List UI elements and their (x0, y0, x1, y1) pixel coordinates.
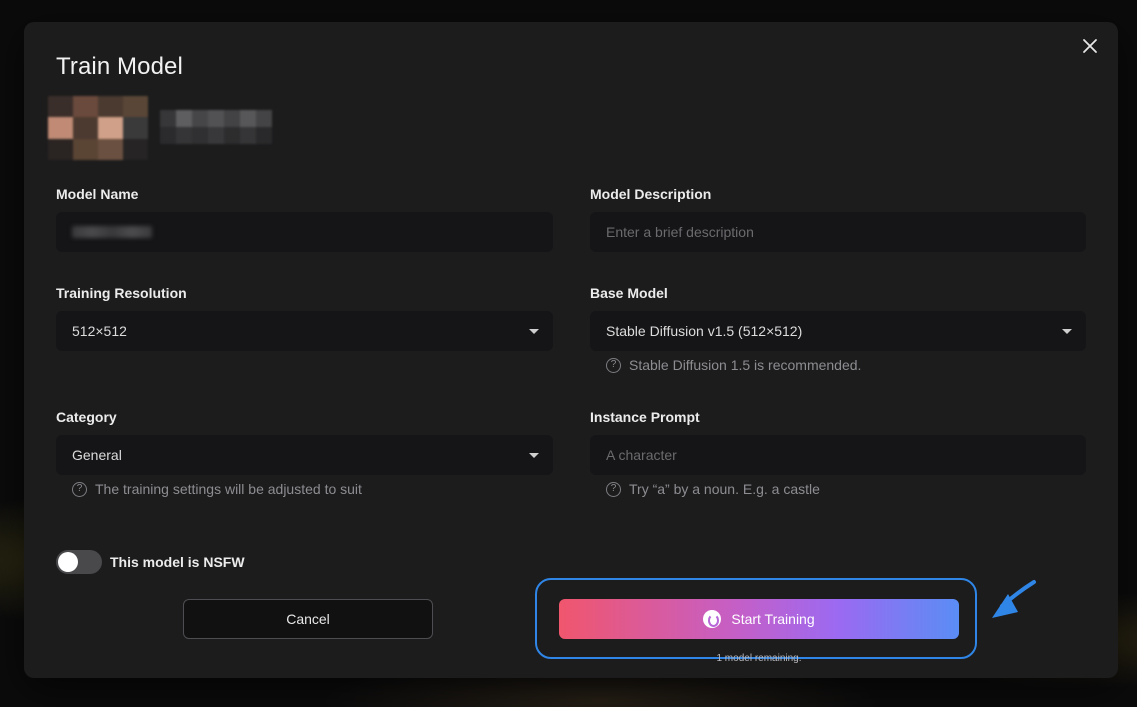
base-model-label: Base Model (590, 285, 668, 301)
training-resolution-value: 512×512 (72, 323, 127, 339)
category-value: General (72, 447, 122, 463)
model-name-input[interactable] (56, 212, 553, 252)
model-description-label: Model Description (590, 186, 712, 202)
question-circle-icon: ? (72, 481, 87, 497)
category-label: Category (56, 409, 117, 425)
category-hint: ? The training settings will be adjusted… (72, 481, 362, 497)
arrow-pointer-icon (992, 580, 1036, 618)
nsfw-toggle-label: This model is NSFW (110, 554, 245, 570)
brand-logo-icon (703, 610, 722, 628)
model-name-label: Model Name (56, 186, 139, 202)
category-hint-text: The training settings will be adjusted t… (95, 481, 362, 497)
avatar (48, 96, 148, 160)
chevron-down-icon (1062, 329, 1072, 334)
dialog-title: Train Model (56, 53, 183, 80)
instance-prompt-hint: ? Try “a” by a noun. E.g. a castle (606, 481, 820, 497)
model-description-input[interactable]: Enter a brief description (590, 212, 1086, 252)
chevron-down-icon (529, 329, 539, 334)
training-resolution-select[interactable]: 512×512 (56, 311, 553, 351)
models-remaining-text: 1 model remaining. (716, 653, 802, 664)
username-redacted (160, 110, 272, 144)
base-model-hint-text: Stable Diffusion 1.5 is recommended. (629, 357, 862, 373)
training-resolution-label: Training Resolution (56, 285, 187, 301)
instance-prompt-hint-text: Try “a” by a noun. E.g. a castle (629, 481, 820, 497)
question-circle-icon: ? (606, 481, 621, 497)
base-model-select[interactable]: Stable Diffusion v1.5 (512×512) (590, 311, 1086, 351)
toggle-knob (58, 552, 78, 572)
start-training-button[interactable]: Start Training (559, 599, 959, 639)
model-name-value-redacted (72, 226, 152, 238)
chevron-down-icon (529, 453, 539, 458)
base-model-value: Stable Diffusion v1.5 (512×512) (606, 323, 803, 339)
close-icon (1083, 39, 1097, 53)
instance-prompt-label: Instance Prompt (590, 409, 700, 425)
close-button[interactable] (1080, 36, 1100, 56)
question-circle-icon: ? (606, 357, 621, 373)
cancel-button[interactable]: Cancel (183, 599, 433, 639)
instance-prompt-input[interactable]: A character (590, 435, 1086, 475)
nsfw-toggle[interactable] (56, 550, 102, 574)
base-model-hint: ? Stable Diffusion 1.5 is recommended. (606, 357, 861, 373)
train-model-dialog: Train Model Model Name Model Description… (24, 22, 1118, 678)
category-select[interactable]: General (56, 435, 553, 475)
start-training-label: Start Training (731, 611, 815, 627)
